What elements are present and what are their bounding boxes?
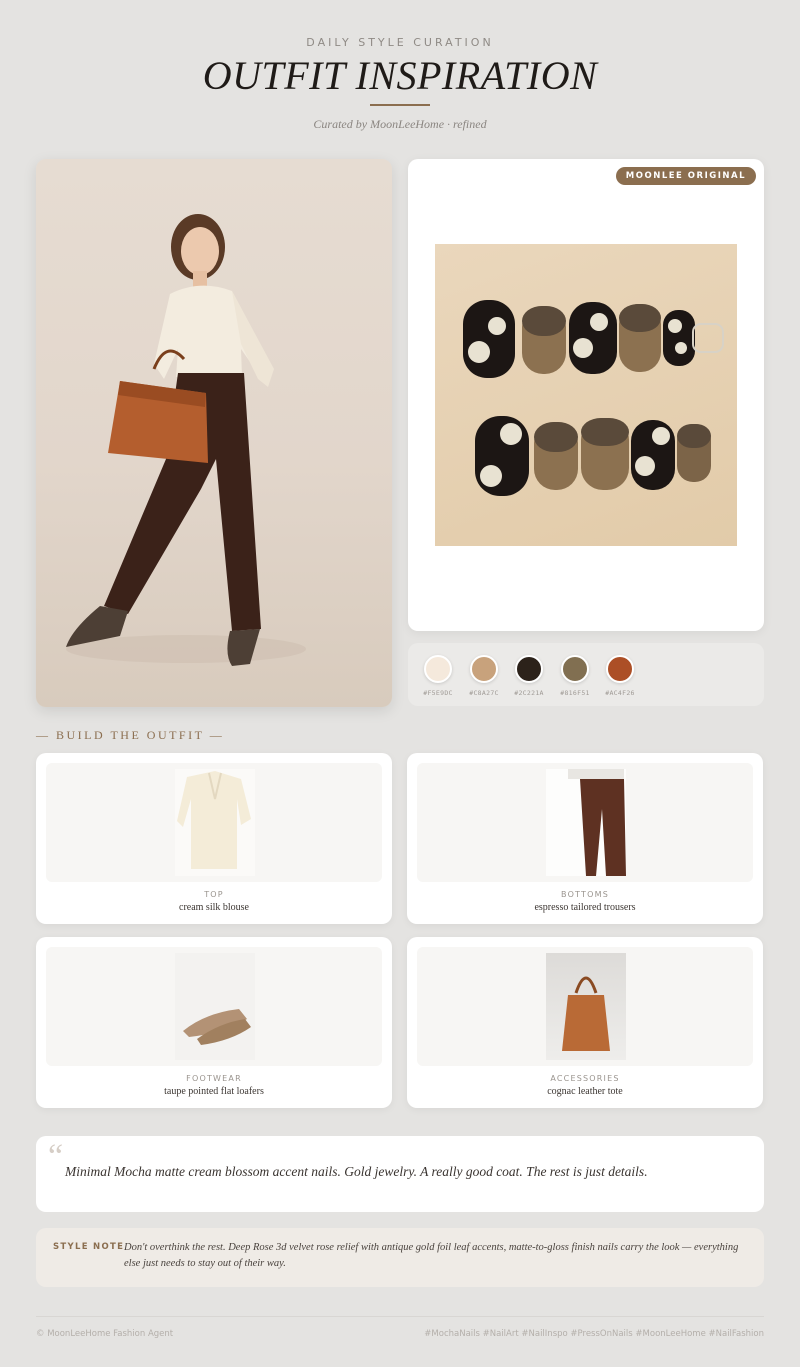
item-description: cream silk blouse <box>179 902 249 913</box>
item-image-well <box>417 947 753 1066</box>
item-description: espresso tailored trousers <box>534 902 636 913</box>
swatch-dot <box>515 655 543 683</box>
item-category: BOTTOMS <box>561 890 609 899</box>
swatch: #AC4F26 <box>596 655 644 697</box>
quote-card: “ Minimal Mocha matte cream blossom acce… <box>36 1136 764 1212</box>
swatch-dot <box>424 655 452 683</box>
eyebrow-label: DAILY STYLE CURATION <box>306 36 494 49</box>
model-illustration <box>66 214 306 666</box>
quote-text: Minimal Mocha matte cream blossom accent… <box>65 1164 648 1179</box>
item-description: taupe pointed flat loafers <box>164 1086 264 1097</box>
swatch-hex: #2C221A <box>514 689 544 697</box>
swatch-hex: #C8A27C <box>469 689 499 697</box>
page-title: OUTFIT INSPIRATION <box>202 53 598 98</box>
style-note-text: Don't overthink the rest. Deep Rose 3d v… <box>124 1242 739 1269</box>
swatch: #F5E9DC <box>414 655 462 697</box>
trousers-image <box>546 769 626 876</box>
nail-set-photo <box>435 244 737 546</box>
item-image-well <box>46 763 382 882</box>
original-badge: MOONLEE ORIGINAL <box>615 167 756 185</box>
item-card-footwear[interactable]: FOOTWEAR taupe pointed flat loafers <box>36 937 392 1108</box>
item-image-well <box>46 947 382 1066</box>
title-divider <box>370 104 430 106</box>
loafers-image <box>175 953 255 1060</box>
item-category: TOP <box>204 890 224 899</box>
item-image-well <box>417 763 753 882</box>
quote-mark-icon: “ <box>48 1138 64 1175</box>
style-note-card: STYLE NOTE Don't overthink the rest. Dee… <box>36 1228 764 1287</box>
swatch-dot <box>470 655 498 683</box>
item-category: FOOTWEAR <box>186 1074 242 1083</box>
style-note-label: STYLE NOTE <box>53 1242 125 1252</box>
swatch: #C8A27C <box>460 655 508 697</box>
item-card-top[interactable]: TOP cream silk blouse <box>36 753 392 924</box>
item-category: ACCESSORIES <box>550 1074 620 1083</box>
swatch-hex: #F5E9DC <box>423 689 453 697</box>
item-description: cognac leather tote <box>547 1086 623 1097</box>
nail-set-illustration <box>463 300 724 496</box>
swatch-hex: #AC4F26 <box>605 689 635 697</box>
section-heading: — BUILD THE OUTFIT — <box>36 728 225 742</box>
swatch-dot <box>606 655 634 683</box>
color-palette: #F5E9DC #C8A27C #2C221A #816F51 #AC4F26 <box>408 643 764 706</box>
swatch-hex: #816F51 <box>560 689 590 697</box>
swatch: #816F51 <box>551 655 599 697</box>
footer-copyright: © MoonLeeHome Fashion Agent <box>36 1329 174 1339</box>
item-card-accessories[interactable]: ACCESSORIES cognac leather tote <box>407 937 763 1108</box>
swatch: #2C221A <box>505 655 553 697</box>
footer-hashtags: #MochaNails #NailArt #NailInspo #PressOn… <box>424 1329 764 1339</box>
tote-image <box>546 953 626 1060</box>
page-subtitle: Curated by MoonLeeHome · refined <box>313 117 487 131</box>
blouse-image <box>175 769 255 876</box>
swatch-dot <box>561 655 589 683</box>
footer-divider <box>36 1316 764 1317</box>
item-card-bottoms[interactable]: BOTTOMS espresso tailored trousers <box>407 753 763 924</box>
outfit-photo <box>36 159 392 707</box>
nail-product-card: MOONLEE ORIGINAL <box>408 159 764 631</box>
